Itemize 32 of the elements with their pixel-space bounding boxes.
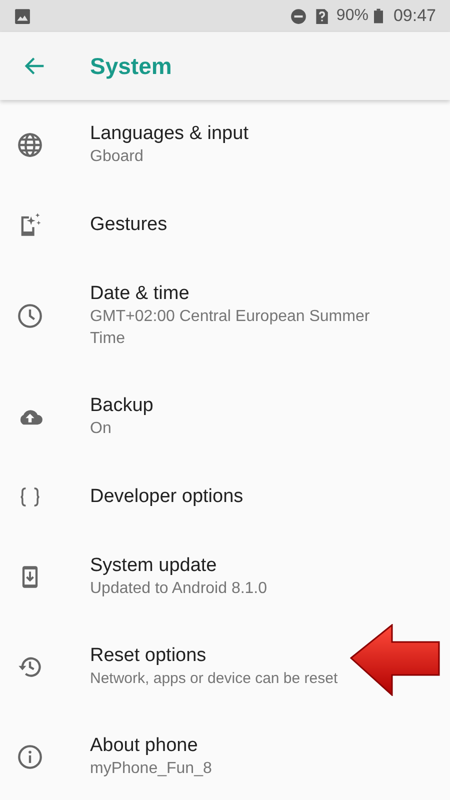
item-title: Reset options [90, 644, 208, 668]
settings-item[interactable]: System update Updated to Android 8.1.0 [0, 532, 450, 622]
info-icon [17, 744, 43, 770]
settings-item[interactable]: Languages & input Gboard [0, 100, 450, 190]
no-sim-icon [313, 8, 330, 24]
battery-percent: 90% [336, 7, 368, 25]
battery-icon [374, 8, 384, 24]
item-title: Backup [90, 394, 154, 418]
settings-item[interactable]: Developer options [0, 462, 450, 532]
item-summary: On [90, 419, 112, 439]
settings-item[interactable]: Reset options Network, apps or device can be reset [0, 622, 450, 712]
item-summary: GMT+02:00 Central European Summer Time [90, 307, 371, 349]
item-summary: myPhone_Fun_8 [90, 759, 213, 779]
item-summary: Network, apps or device can be reset [90, 669, 339, 689]
clock-icon [17, 303, 43, 329]
globe-icon [17, 132, 43, 158]
settings-item[interactable]: Date & time GMT+02:00 Central European Summer Time [0, 260, 450, 372]
item-title: Gestures [90, 213, 168, 237]
settings-item[interactable]: Backup On [0, 372, 450, 462]
screen-title: System [90, 52, 172, 80]
clock-time: 09:47 [393, 6, 436, 26]
settings-item[interactable]: About phone myPhone_Fun_8 [0, 712, 450, 800]
item-title: Languages & input [90, 122, 250, 146]
settings-item[interactable]: Gestures [0, 190, 450, 260]
item-title: Date & time [90, 282, 190, 306]
item-summary: Gboard [90, 147, 144, 167]
item-title: About phone [90, 734, 199, 758]
image-icon [14, 8, 31, 24]
item-summary: Updated to Android 8.1.0 [90, 579, 268, 599]
do-not-disturb-icon [290, 8, 308, 24]
item-title: System update [90, 554, 218, 578]
item-title: Developer options [90, 485, 244, 509]
